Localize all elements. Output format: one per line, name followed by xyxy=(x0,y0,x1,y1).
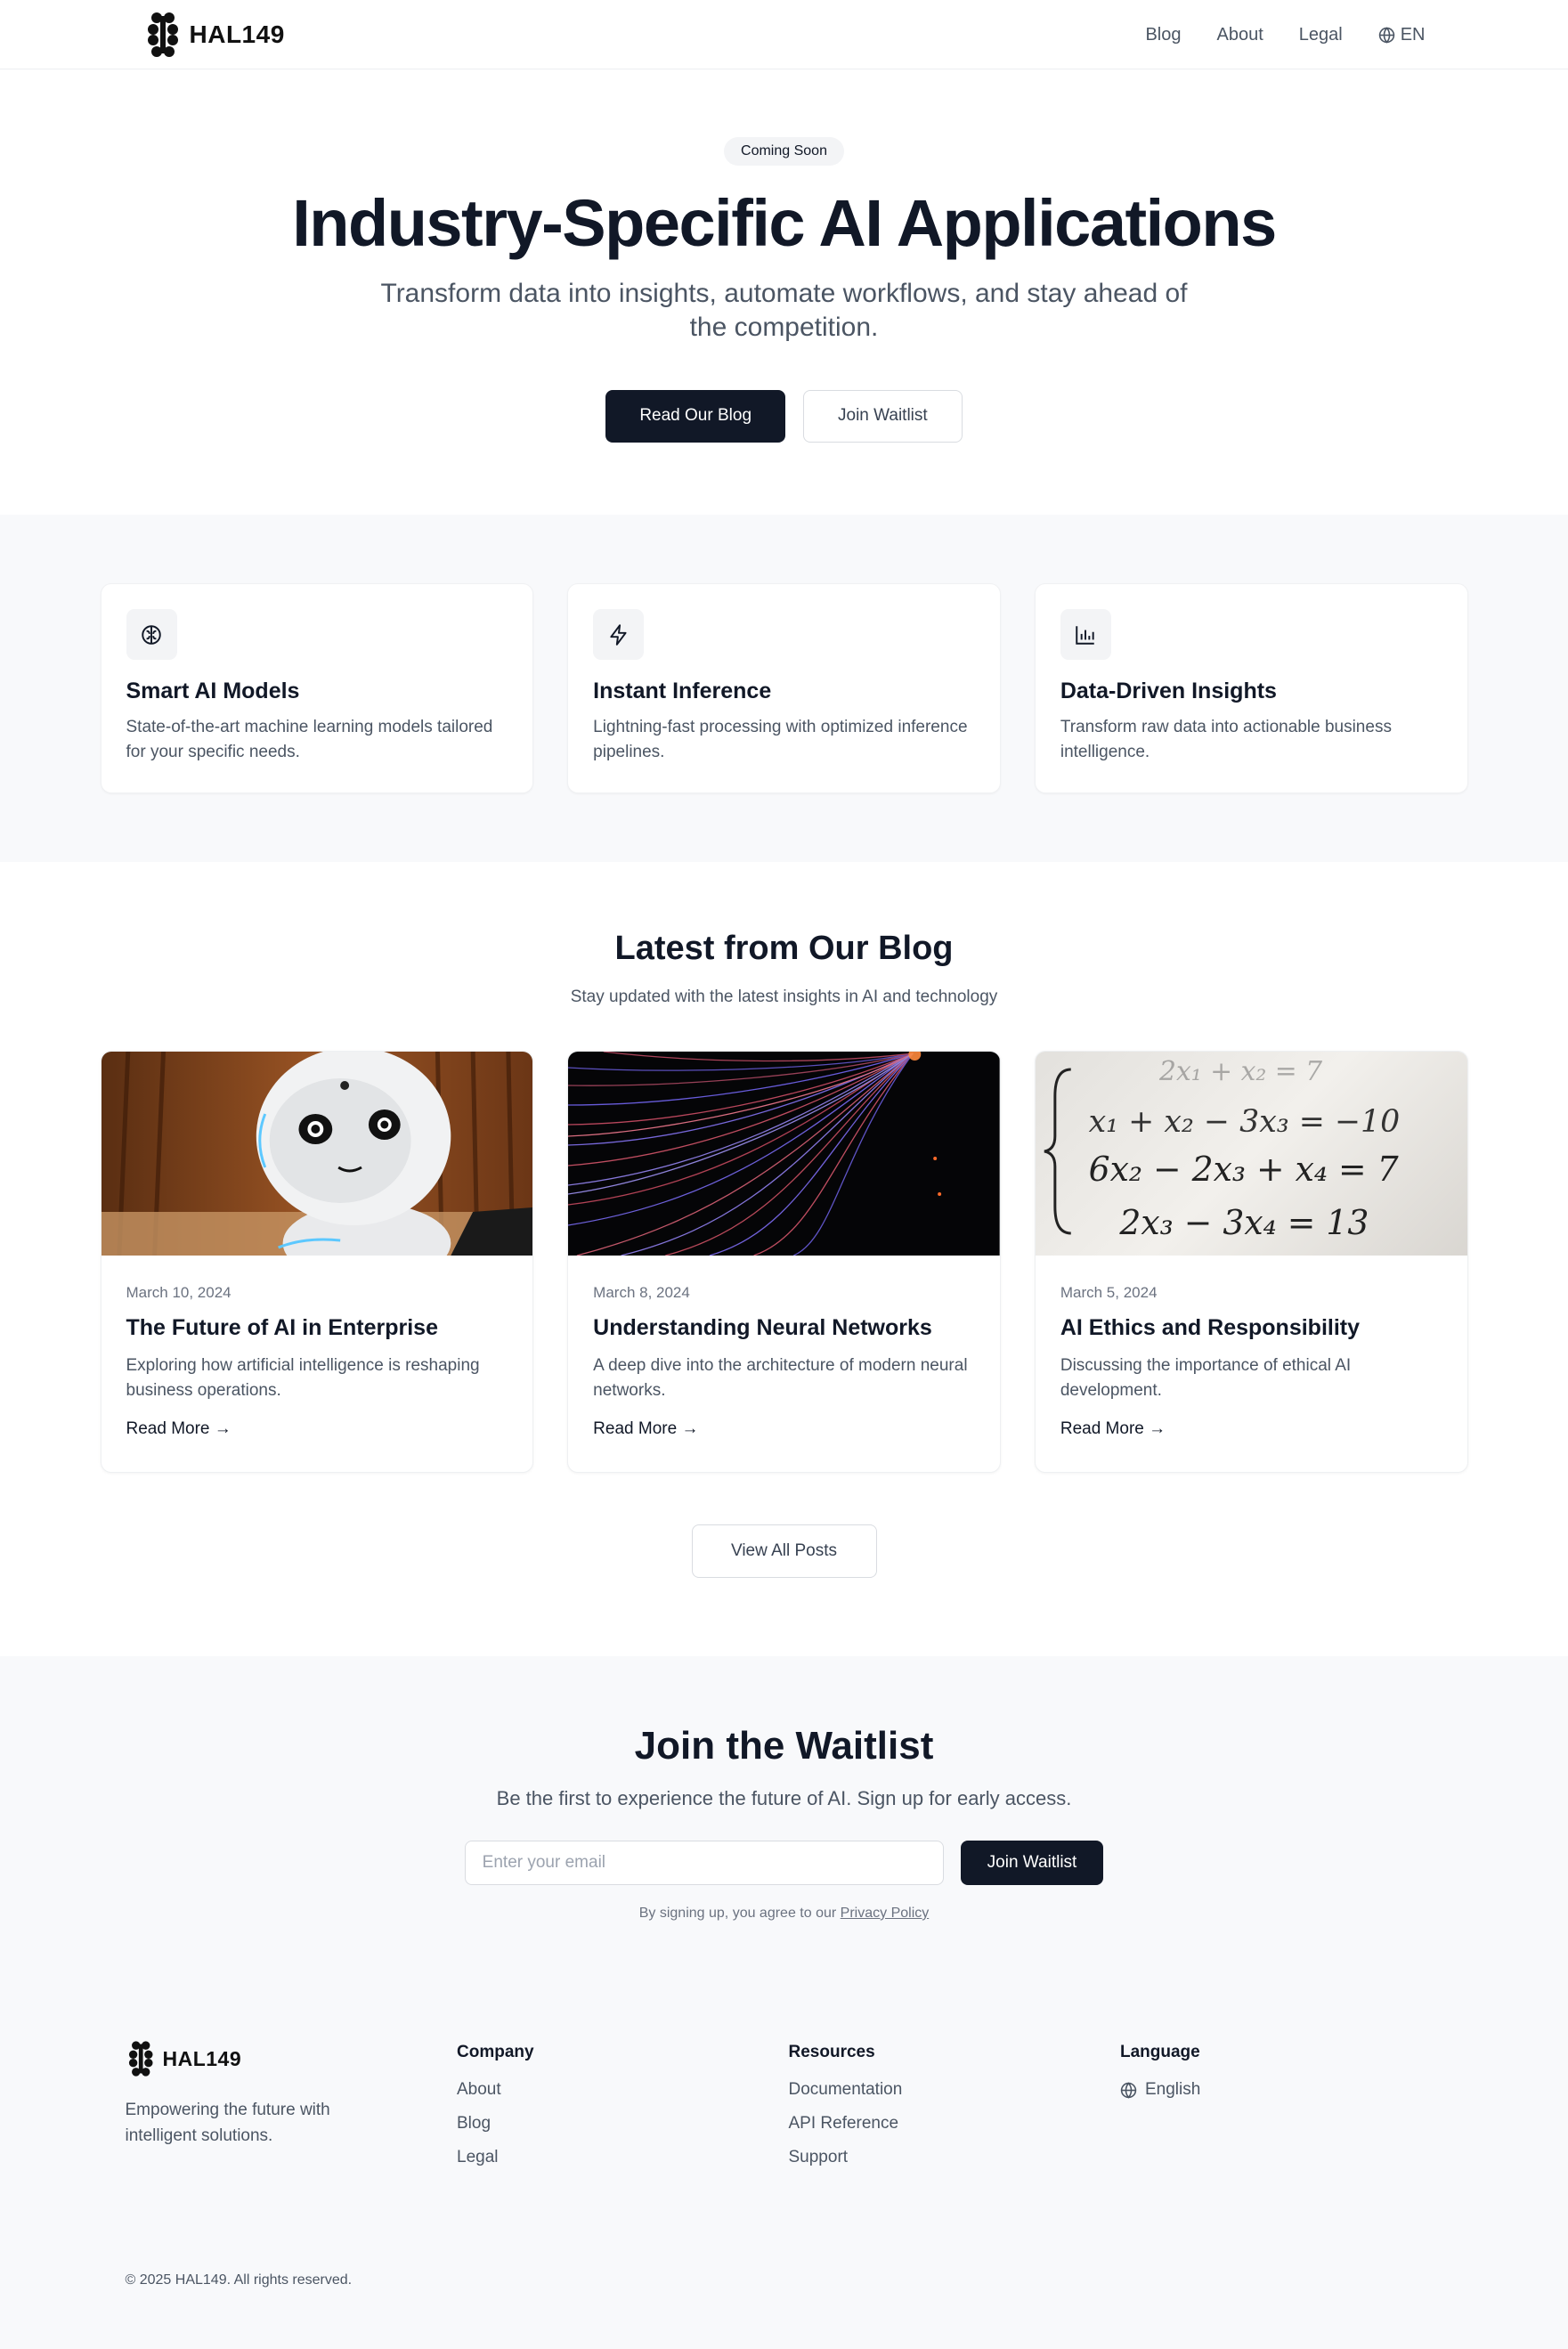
blog-subtitle: Stay updated with the latest insights in… xyxy=(570,988,998,1006)
fiber-optics-photo xyxy=(568,1052,1000,1256)
lightning-icon xyxy=(610,623,627,646)
feature-title: Instant Inference xyxy=(593,679,772,703)
equation-line: 2x₃ − 3x₄ = 13 xyxy=(1118,1203,1369,1242)
waitlist-section: Join the Waitlist Be the first to experi… xyxy=(0,1656,1568,1987)
copyright: © 2025 HAL149. All rights reserved. xyxy=(125,2272,353,2288)
coming-soon-badge: Coming Soon xyxy=(724,137,844,166)
features-section: Smart AI Models State-of-the-art machine… xyxy=(0,515,1568,862)
view-all-posts-button[interactable]: View All Posts xyxy=(691,1524,877,1578)
footer-resources-column: Resources Documentation API Reference Su… xyxy=(789,2039,1121,2182)
blog-title: Latest from Our Blog xyxy=(614,930,954,967)
language-code: EN xyxy=(1400,24,1426,45)
footer-link-support[interactable]: Support xyxy=(789,2148,1121,2167)
nav-link-about[interactable]: About xyxy=(1217,25,1263,45)
language-switcher[interactable]: EN xyxy=(1378,25,1426,45)
robot-image xyxy=(101,1052,533,1256)
read-blog-button[interactable]: Read Our Blog xyxy=(605,389,786,443)
bar-chart-icon xyxy=(1076,625,1095,645)
footer-language-selector[interactable]: English xyxy=(1120,2080,1452,2100)
waitlist-submit-button[interactable]: Join Waitlist xyxy=(960,1841,1104,1885)
feature-desc: Transform raw data into actionable busin… xyxy=(1060,718,1392,761)
top-navbar: HAL149 Blog About Legal EN xyxy=(0,0,1568,69)
footer-heading: Resources xyxy=(788,2043,875,2061)
logo-mark-icon xyxy=(128,2041,153,2077)
blog-post-card[interactable]: 2x₁ + x₂ = 7 x₁ + x₂ − 3x₃ = −10 6x₂ − 2… xyxy=(1034,1051,1468,1473)
privacy-policy-link[interactable]: Privacy Policy xyxy=(841,1906,930,1921)
brand-name: HAL149 xyxy=(162,2046,242,2070)
post-date: March 8, 2024 xyxy=(593,1284,690,1301)
join-waitlist-button[interactable]: Join Waitlist xyxy=(803,389,963,443)
footer-link-about[interactable]: About xyxy=(457,2080,789,2100)
post-excerpt: A deep dive into the architecture of mod… xyxy=(593,1356,968,1400)
post-date: March 5, 2024 xyxy=(1060,1284,1158,1301)
nav-link-blog[interactable]: Blog xyxy=(1145,25,1181,45)
equation-line: 2x₁ + x₂ = 7 xyxy=(1158,1056,1322,1087)
feature-card-insights: Data-Driven Insights Transform raw data … xyxy=(1034,583,1468,793)
privacy-note: By signing up, you agree to our Privacy … xyxy=(0,1906,1568,1922)
post-excerpt: Discussing the importance of ethical AI … xyxy=(1060,1356,1352,1400)
hero-section: Coming Soon Industry-Specific AI Applica… xyxy=(0,69,1568,515)
equations-photo: 2x₁ + x₂ = 7 x₁ + x₂ − 3x₃ = −10 6x₂ − 2… xyxy=(1035,1052,1467,1256)
nav-link-legal[interactable]: Legal xyxy=(1299,25,1343,45)
footer-tagline: Empowering the future with intelligent s… xyxy=(125,2101,330,2145)
post-title[interactable]: The Future of AI in Enterprise xyxy=(126,1315,508,1341)
feature-title: Smart AI Models xyxy=(126,679,300,703)
fiber-optics-image xyxy=(568,1052,1000,1256)
footer-company-column: Company About Blog Legal xyxy=(457,2039,789,2182)
read-more-link[interactable]: Read More → xyxy=(1060,1419,1442,1439)
footer-heading: Company xyxy=(457,2043,534,2061)
waitlist-subtitle: Be the first to experience the future of… xyxy=(496,1787,1072,1809)
feature-card-smart-models: Smart AI Models State-of-the-art machine… xyxy=(100,583,534,793)
post-title[interactable]: AI Ethics and Responsibility xyxy=(1060,1315,1442,1341)
footer-link-blog[interactable]: Blog xyxy=(457,2114,789,2134)
blog-post-card[interactable]: March 10, 2024 The Future of AI in Enter… xyxy=(100,1051,534,1473)
post-date: March 10, 2024 xyxy=(126,1284,232,1301)
read-more-link[interactable]: Read More → xyxy=(126,1419,508,1439)
privacy-note-text: By signing up, you agree to our xyxy=(638,1906,837,1921)
brand-logo[interactable]: HAL149 xyxy=(143,11,285,59)
footer-logo[interactable]: HAL149 xyxy=(126,2039,458,2078)
post-excerpt: Exploring how artificial intelligence is… xyxy=(126,1356,480,1400)
blog-section: Latest from Our Blog Stay updated with t… xyxy=(0,862,1568,1656)
logo-mark-icon xyxy=(147,12,178,57)
feature-card-instant-inference: Instant Inference Lightning-fast process… xyxy=(567,583,1001,793)
waitlist-title: Join the Waitlist xyxy=(634,1724,934,1768)
feature-desc: State-of-the-art machine learning models… xyxy=(126,718,493,761)
nav-links: Blog About Legal EN xyxy=(1145,25,1425,45)
hero-subtitle: Transform data into insights, automate w… xyxy=(380,279,1188,343)
globe-icon xyxy=(1120,2081,1137,2099)
blog-post-card[interactable]: March 8, 2024 Understanding Neural Netwo… xyxy=(567,1051,1001,1473)
read-more-link[interactable]: Read More → xyxy=(593,1419,975,1439)
footer: HAL149 Empowering the future with intell… xyxy=(0,1987,1568,2349)
equations-image: 2x₁ + x₂ = 7 x₁ + x₂ − 3x₃ = −10 6x₂ − 2… xyxy=(1044,1056,1400,1242)
brand-name: HAL149 xyxy=(189,20,285,48)
footer-language-column: Language English xyxy=(1120,2039,1452,2182)
footer-link-documentation[interactable]: Documentation xyxy=(789,2080,1121,2100)
brain-icon xyxy=(142,624,161,645)
equation-line: x₁ + x₂ − 3x₃ = −10 xyxy=(1088,1104,1400,1140)
globe-icon xyxy=(1378,26,1394,44)
robot-photo xyxy=(101,1052,533,1256)
language-name: English xyxy=(1145,2080,1201,2099)
equation-line: 6x₂ − 2x₃ + x₄ = 7 xyxy=(1088,1150,1399,1189)
footer-link-api-reference[interactable]: API Reference xyxy=(789,2114,1121,2134)
hero-title: Industry-Specific AI Applications xyxy=(292,186,1277,260)
feature-desc: Lightning-fast processing with optimized… xyxy=(593,718,968,761)
feature-title: Data-Driven Insights xyxy=(1060,679,1277,703)
footer-brand-column: HAL149 Empowering the future with intell… xyxy=(126,2039,458,2182)
footer-link-legal[interactable]: Legal xyxy=(457,2148,789,2167)
footer-heading: Language xyxy=(1120,2043,1200,2061)
post-title[interactable]: Understanding Neural Networks xyxy=(593,1315,975,1341)
waitlist-form: Join Waitlist xyxy=(0,1841,1568,1885)
email-input[interactable] xyxy=(464,1841,944,1885)
